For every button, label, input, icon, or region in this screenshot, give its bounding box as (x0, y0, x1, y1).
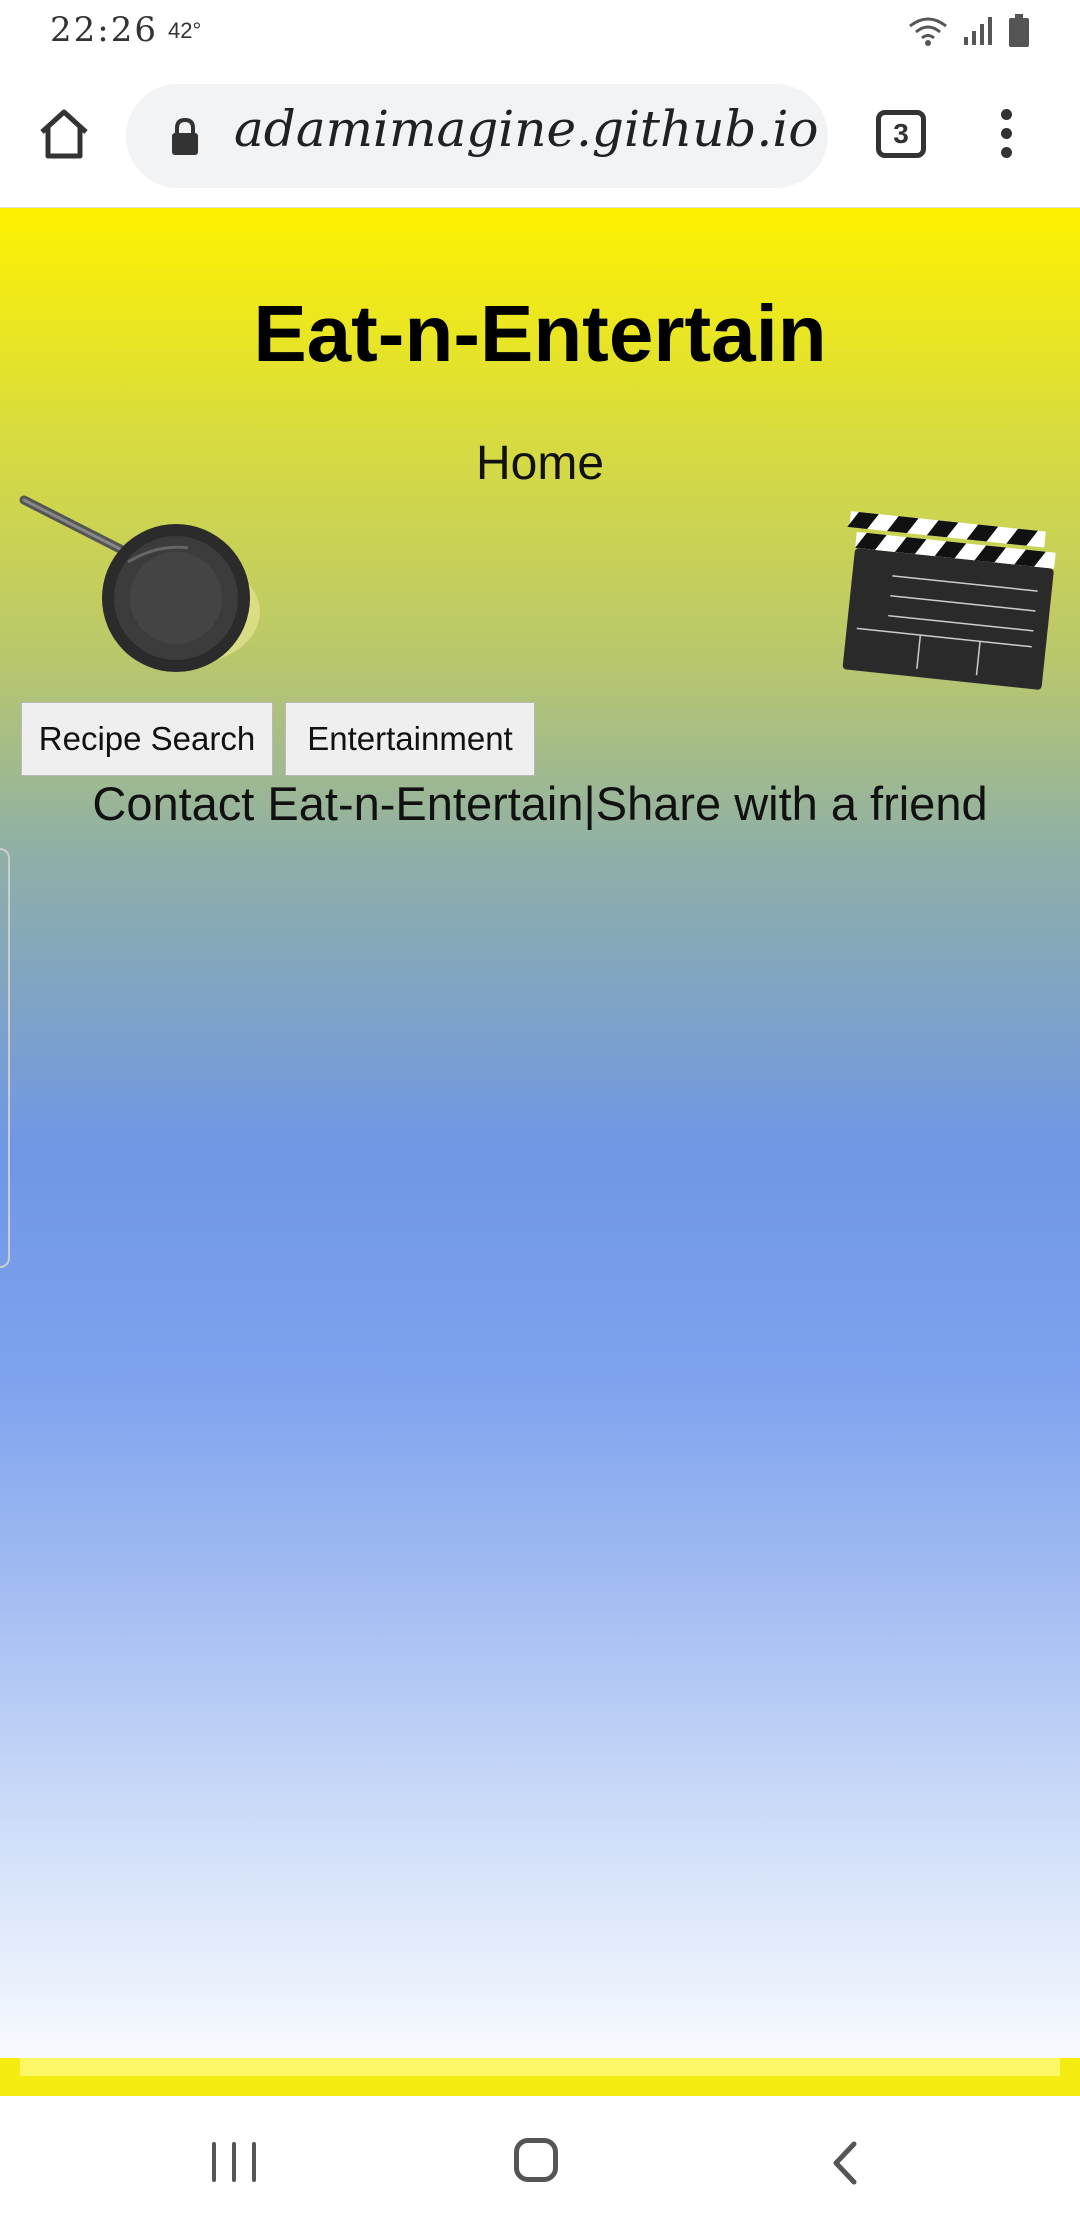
status-temperature: 42° (168, 18, 202, 43)
lock-icon (172, 118, 198, 155)
back-icon[interactable] (822, 2138, 872, 2188)
home-icon[interactable] (514, 2138, 558, 2182)
system-nav-bar (0, 2096, 1080, 2220)
status-time: 22:26 (50, 10, 158, 50)
status-icons (908, 14, 1030, 48)
footer-links[interactable]: Contact Eat-n-Entertain|Share with a fri… (0, 776, 1080, 831)
more-vert-icon[interactable] (990, 106, 1022, 166)
url-bar[interactable]: adamimagine.github.io (126, 84, 828, 188)
page-content: Eat-n-Entertain Home Recipe Search Enter… (0, 208, 1080, 2096)
signal-icon (964, 17, 992, 45)
nav-home-link[interactable]: Home (0, 436, 1080, 491)
entertainment-button[interactable]: Entertainment (285, 702, 535, 776)
recipe-search-button[interactable]: Recipe Search (21, 702, 273, 776)
home-icon[interactable] (36, 106, 92, 162)
page-title: Eat-n-Entertain (253, 289, 827, 378)
url-text: adamimagine.github.io (234, 100, 819, 158)
battery-icon (1009, 14, 1029, 47)
status-bar: 22:26 42° (0, 0, 1080, 64)
frying-pan-image (19, 495, 260, 672)
recents-icon[interactable] (212, 2142, 256, 2182)
page-bottom-bar (0, 2058, 1080, 2096)
wifi-icon (909, 17, 947, 46)
clapperboard-image (842, 511, 1056, 690)
tabs-icon[interactable]: 3 (876, 110, 926, 158)
edge-panel-handle[interactable] (0, 848, 10, 1268)
browser-toolbar: adamimagine.github.io 3 (0, 64, 1080, 208)
